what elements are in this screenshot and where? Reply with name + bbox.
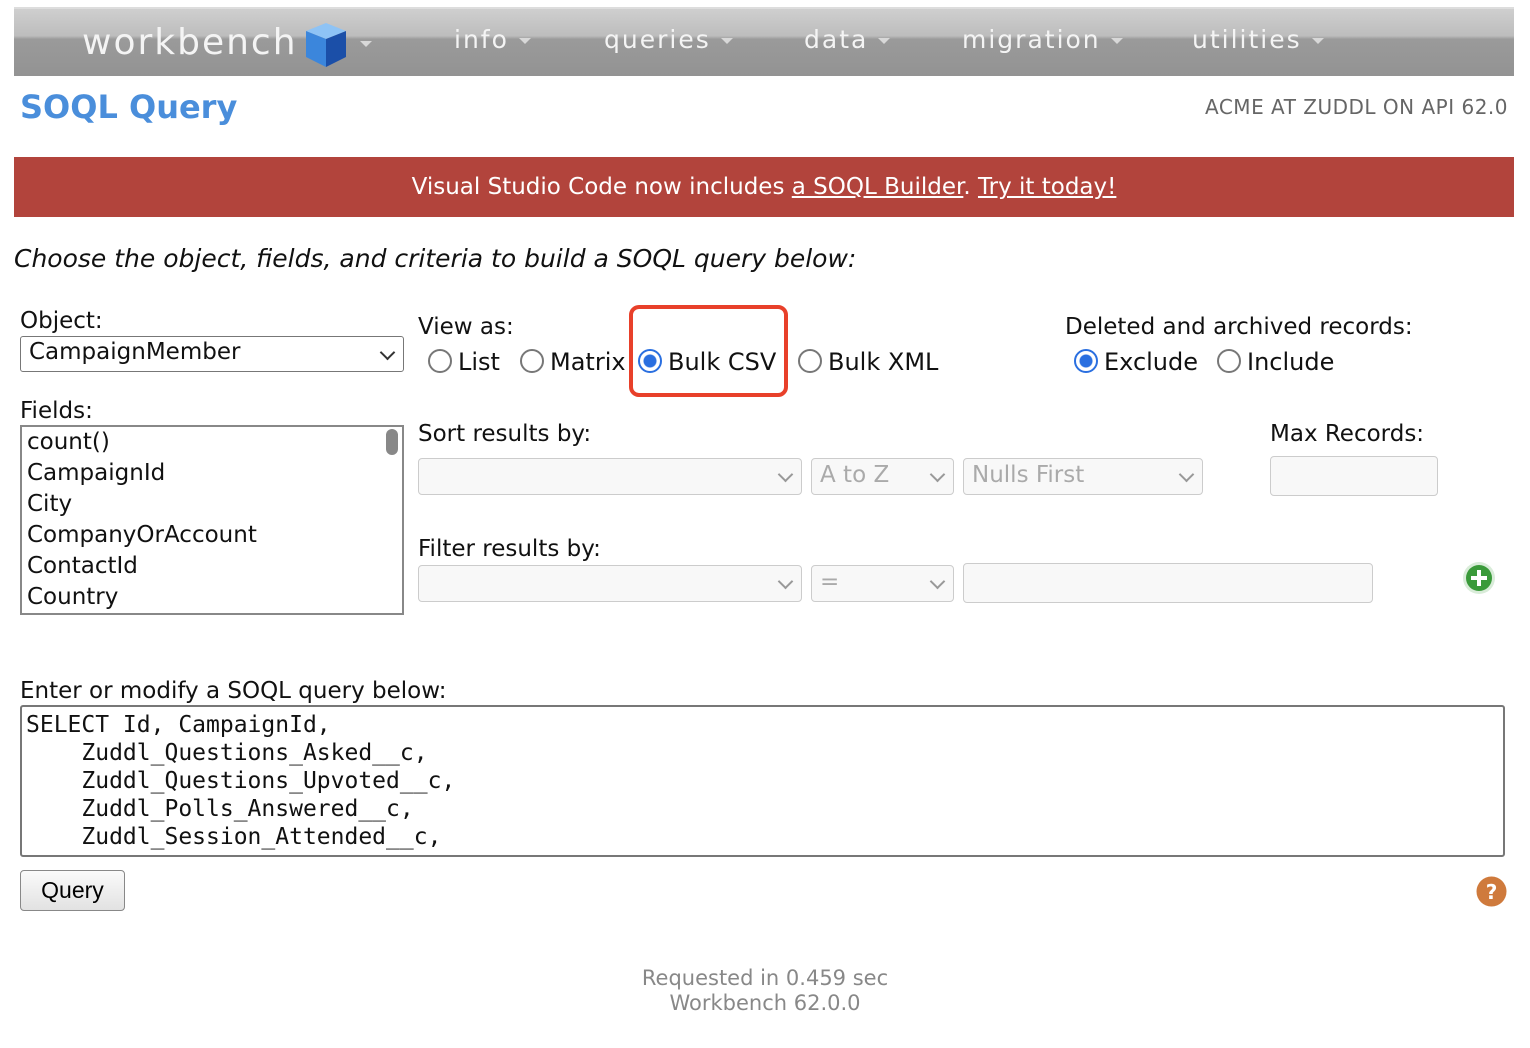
nav-info[interactable]: info: [454, 25, 531, 54]
try-it-link[interactable]: Try it today!: [978, 174, 1116, 200]
svg-text:?: ?: [1486, 880, 1498, 904]
deleted-label: Deleted and archived records:: [1065, 314, 1413, 340]
workbench-logo-menu[interactable]: workbench: [82, 19, 372, 69]
chevron-down-icon: [878, 38, 891, 44]
include-radio[interactable]: Include: [1217, 348, 1334, 376]
view-bulk-xml-radio[interactable]: Bulk XML: [798, 348, 938, 376]
nav-utilities[interactable]: utilities: [1192, 25, 1324, 54]
filter-value-input[interactable]: [963, 563, 1373, 603]
top-nav: workbench info queries data migration ut…: [14, 7, 1514, 76]
field-option[interactable]: CompanyOrAccount: [27, 520, 402, 551]
view-as-label: View as:: [418, 314, 514, 340]
sort-nulls-select[interactable]: Nulls First: [963, 458, 1203, 495]
intro-text: Choose the object, fields, and criteria …: [14, 244, 857, 273]
query-label: Enter or modify a SOQL query below:: [20, 678, 447, 704]
object-select[interactable]: CampaignMember: [20, 336, 404, 372]
field-option[interactable]: Country: [27, 582, 402, 613]
filter-label: Filter results by:: [418, 536, 601, 562]
filter-field-select[interactable]: [418, 565, 802, 602]
org-info: ACME AT ZUDDL ON API 62.0: [1205, 95, 1508, 119]
soql-builder-link[interactable]: a SOQL Builder: [792, 174, 964, 200]
add-filter-icon[interactable]: [1462, 561, 1496, 595]
sort-order-select[interactable]: A to Z: [811, 458, 954, 495]
chevron-down-icon: [1110, 38, 1123, 44]
max-records-label: Max Records:: [1270, 421, 1425, 447]
field-option[interactable]: count(): [27, 427, 402, 458]
promo-banner: Visual Studio Code now includes a SOQL B…: [14, 157, 1514, 217]
chevron-down-icon: [379, 344, 396, 361]
nav-queries[interactable]: queries: [604, 25, 733, 54]
cube-logo-icon: [305, 23, 346, 67]
view-matrix-radio[interactable]: Matrix: [520, 348, 626, 376]
sort-label: Sort results by:: [418, 421, 592, 447]
footer: Requested in 0.459 sec Workbench 62.0.0: [0, 966, 1530, 1016]
page-title: SOQL Query: [20, 88, 238, 126]
banner-text: Visual Studio Code now includes: [411, 174, 792, 200]
logo-text: workbench: [82, 22, 298, 63]
field-option[interactable]: ContactId: [27, 551, 402, 582]
fields-label: Fields:: [20, 398, 93, 424]
version: Workbench 62.0.0: [669, 991, 861, 1015]
nav-data[interactable]: data: [804, 25, 891, 54]
query-button[interactable]: Query: [20, 870, 125, 911]
exclude-radio[interactable]: Exclude: [1074, 348, 1198, 376]
banner-sep: .: [963, 174, 978, 200]
field-option[interactable]: CampaignId: [27, 458, 402, 489]
object-label: Object:: [20, 308, 103, 334]
help-icon[interactable]: ?: [1475, 875, 1508, 908]
view-list-radio[interactable]: List: [428, 348, 500, 376]
max-records-input[interactable]: [1270, 456, 1438, 496]
query-textarea[interactable]: SELECT Id, CampaignId, Zuddl_Questions_A…: [20, 705, 1505, 857]
filter-operator-select[interactable]: =: [811, 565, 954, 602]
chevron-down-icon: [720, 38, 733, 44]
fields-list[interactable]: count() CampaignId City CompanyOrAccount…: [20, 425, 404, 615]
chevron-down-icon: [359, 41, 372, 47]
chevron-down-icon: [518, 38, 531, 44]
field-option[interactable]: City: [27, 489, 402, 520]
chevron-down-icon: [1311, 38, 1324, 44]
highlight-box: [629, 305, 788, 397]
request-timing: Requested in 0.459 sec: [641, 966, 889, 990]
sort-field-select[interactable]: [418, 458, 802, 495]
nav-migration[interactable]: migration: [962, 25, 1123, 54]
scrollbar[interactable]: [386, 429, 398, 455]
